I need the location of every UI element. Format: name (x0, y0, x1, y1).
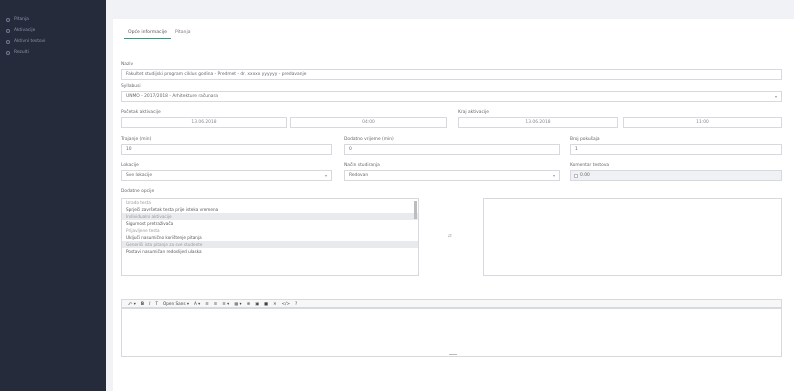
list-item[interactable]: Sigurnost pretraživača (122, 220, 418, 227)
help-button[interactable]: ? (295, 301, 297, 306)
list-item: Izrada testa (126, 200, 151, 205)
list-item[interactable]: Uključi nasumično korištenje pitanja (122, 234, 418, 241)
list-item[interactable]: Postavi nasumičan redoslijed ulaska (122, 248, 418, 255)
font-color-button[interactable]: A ▾ (194, 301, 200, 306)
list-item[interactable]: Sprječi završetak testa prije isteka vre… (122, 206, 418, 213)
pocetak-label: Početak aktivacije (121, 110, 161, 115)
options-selected-list[interactable] (483, 198, 782, 276)
editor-toolbar: ⤺ ▾ B I T Open Sans ▾ A ▾ ≡ ≡ ≡ ▾ ▦ ▾ ⊕ … (121, 299, 782, 308)
sidebar-item-aktivni-testovi[interactable]: Aktivni testovi (0, 36, 106, 47)
sidebar-item-label: Rezulti (14, 50, 29, 55)
naziv-label: Naziv (121, 62, 134, 67)
sidebar: Pitanja Aktivacije Aktivni testovi Rezul… (0, 0, 106, 391)
tab-questions[interactable]: Pitanja (171, 30, 195, 39)
link-button[interactable]: ⊕ (247, 301, 251, 306)
pokusaji-input[interactable]: 1 (570, 144, 782, 155)
options-available-list[interactable]: Izrada testa Sprječi završetak testa pri… (121, 198, 419, 276)
sidebar-item-aktivacije[interactable]: Aktivacije (0, 25, 106, 36)
code-view-button[interactable]: </> (282, 301, 290, 306)
video-button[interactable]: ■ (264, 301, 268, 306)
clock-icon (6, 39, 10, 44)
lokacije-select[interactable]: Sve lokacije ▾ (121, 170, 332, 181)
kraj-time-input[interactable]: 11:00 (623, 117, 782, 128)
pocetak-time-input[interactable]: 04:00 (290, 117, 447, 128)
dodatno-input[interactable]: 0 (344, 144, 560, 155)
unordered-list-button[interactable]: ≡ (205, 301, 209, 306)
tab-bar: Opće informacije Pitanja (124, 30, 195, 39)
lokacije-value: Sve lokacije (126, 173, 153, 178)
italic-button[interactable]: I (149, 301, 150, 306)
gear-icon (6, 28, 10, 33)
koment-value: 0.00 (580, 173, 590, 178)
chevron-down-icon: ▾ (324, 173, 327, 178)
nacin-value: Redovan (349, 173, 369, 178)
sidebar-item-label: Aktivacije (14, 28, 36, 33)
undo-button[interactable]: ⤺ ▾ (128, 301, 136, 306)
koment-field[interactable]: 0.00 (570, 170, 782, 181)
sidebar-item-rezultati[interactable]: Rezulti (0, 47, 106, 58)
ordered-list-button[interactable]: ≡ (214, 301, 218, 306)
syllabusi-select[interactable]: UNMO - 2017/2018 - Arhitekture računara ▾ (121, 91, 782, 102)
dodatno-label: Dodatno vrijeme (min) (344, 137, 394, 142)
nacin-select[interactable]: Redovan ▾ (344, 170, 560, 181)
trajanje-label: Trajanje (min) (121, 137, 152, 142)
question-icon (6, 17, 10, 22)
trajanje-input[interactable]: 10 (121, 144, 332, 155)
lokacije-label: Lokacije (121, 163, 139, 168)
naziv-input[interactable]: Fakultet studijski program ciklus godina… (121, 69, 782, 80)
chevron-down-icon: ▾ (774, 94, 777, 99)
pokusaji-label: Broj pokušaja (570, 137, 600, 142)
pocetak-date-input[interactable]: 13.06.2018 (121, 117, 287, 128)
table-button[interactable]: ▦ ▾ (234, 301, 241, 306)
fullscreen-button[interactable]: ✕ (273, 301, 277, 306)
tab-general-info[interactable]: Opće informacije (124, 30, 171, 39)
sidebar-item-label: Aktivni testovi (14, 39, 46, 44)
transfer-arrow-icon[interactable]: ⇄ (448, 234, 452, 239)
list-item[interactable]: Generiši isto pitanje za sve studente (122, 241, 418, 248)
checkbox[interactable] (574, 174, 578, 178)
chevron-down-icon: ▾ (552, 173, 555, 178)
align-button[interactable]: ≡ ▾ (222, 301, 229, 306)
font-family-select[interactable]: Open Sans ▾ (163, 301, 189, 306)
bold-button[interactable]: B (141, 301, 144, 306)
syllabusi-value: UNMO - 2017/2018 - Arhitekture računara (126, 94, 218, 99)
resize-handle[interactable] (449, 354, 457, 356)
syllabusi-label: Syllabusi (121, 84, 141, 89)
nacin-label: Način studiranja (344, 163, 380, 168)
list-item: Prijavljene testa (126, 228, 160, 233)
opcije-label: Dodatne opcije (121, 189, 155, 194)
clear-format-button[interactable]: T (155, 301, 158, 306)
editor-body[interactable] (121, 308, 782, 357)
list-item[interactable]: Individualni aktivacije (122, 213, 418, 220)
image-button[interactable]: ▣ (255, 301, 259, 306)
kraj-label: Kraj aktivacije (458, 110, 490, 115)
sidebar-item-label: Pitanja (14, 17, 29, 22)
kraj-date-input[interactable]: 13.06.2018 (458, 117, 618, 128)
koment-label: Komentar testova (570, 163, 610, 168)
chart-icon (6, 50, 10, 55)
sidebar-item-pitanja[interactable]: Pitanja (0, 14, 106, 25)
scrollbar[interactable] (414, 201, 417, 219)
